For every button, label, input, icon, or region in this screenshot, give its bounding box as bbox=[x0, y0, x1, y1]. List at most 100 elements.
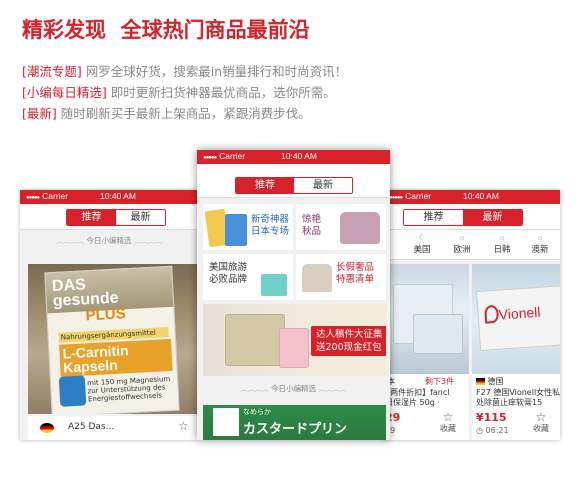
product-box bbox=[213, 408, 239, 436]
description-line-3: [最新] 随时刷新买手最新上架商品，紧跟消费步伐。 bbox=[22, 103, 311, 122]
tab-latest[interactable]: 最新 bbox=[116, 210, 165, 225]
product-image[interactable]: DAS gesunde PLUS Nahrungsergänzungsmitte… bbox=[28, 264, 198, 414]
product-title: A25 Das... bbox=[68, 422, 115, 432]
topic-tile-autumn[interactable]: 惊艳 秋品 bbox=[296, 204, 386, 250]
product-card[interactable]: 本 剩下3件 S两件折扣】fancl 日保湿片 50g · 29 19 ☆ 收藏 bbox=[383, 264, 469, 440]
tile-line1: 新奇神器 bbox=[251, 214, 290, 225]
description-text: 网罗全球好货，搜索最in销量排行和时尚资讯！ bbox=[85, 64, 348, 79]
segmented-tabs: 推荐 最新 bbox=[235, 177, 353, 194]
sun-icon: ☼ bbox=[498, 233, 506, 242]
tile-line2: 秋品 bbox=[302, 226, 322, 237]
description-text: 即时更新扫货神器最优商品，选你所需。 bbox=[110, 85, 336, 100]
favorite-button[interactable]: ☆ 收藏 bbox=[528, 410, 554, 434]
product-box: DAS gesunde PLUS Nahrungsergänzungsmitte… bbox=[44, 265, 180, 414]
vionell-logo-icon bbox=[484, 304, 500, 324]
tile-line2: 日本专场 bbox=[251, 226, 290, 237]
moon-icon: ☾ bbox=[418, 233, 426, 242]
tab-recommend[interactable]: 推荐 bbox=[404, 210, 463, 225]
tile-caption: 惊艳 秋品 bbox=[302, 214, 321, 238]
status-bar: ●●●●● Carrier 10:40 AM bbox=[20, 190, 198, 204]
description-tag: [最新] bbox=[22, 106, 57, 121]
favorite-button[interactable]: ☆ 收藏 bbox=[435, 410, 461, 434]
topic-tile-luxury[interactable]: 长假奢品 特惠清单 bbox=[296, 254, 386, 300]
tile-line2: 必败品牌 bbox=[209, 274, 248, 285]
tile-caption: 新奇神器 日本专场 bbox=[251, 214, 289, 238]
germany-flag-icon bbox=[40, 423, 54, 433]
runner-image bbox=[58, 375, 87, 407]
phone-left-screen: ●●●●● Carrier 10:40 AM 推荐 最新 ︵︵︵︵ 今日小编精选 … bbox=[20, 190, 198, 440]
sun-icon: ☼ bbox=[536, 233, 544, 242]
star-icon: ☆ bbox=[535, 410, 547, 424]
tile-line1: 长假奢品 bbox=[336, 262, 375, 273]
product-box: Vionell bbox=[476, 284, 560, 352]
product-name: L-Carnitin Kapseln bbox=[59, 338, 173, 377]
tab-latest[interactable]: 最新 bbox=[463, 210, 522, 225]
tab-latest[interactable]: 最新 bbox=[294, 178, 352, 193]
wave-ornament-icon: ︵︵︵︵ bbox=[318, 385, 347, 393]
topic-tile-usa-travel[interactable]: 美国旅游 必败品牌 bbox=[203, 254, 293, 300]
product-image: Vionell bbox=[472, 264, 560, 374]
description-tag: [潮流专题] bbox=[22, 64, 82, 79]
product-image[interactable]: なめらか カスタードプリン bbox=[203, 405, 386, 440]
favorite-label: 收藏 bbox=[533, 424, 549, 433]
wave-ornament-icon: ︵︵︵︵ bbox=[133, 237, 162, 245]
product-brand: Vionell bbox=[498, 303, 541, 323]
carrier-label: Carrier bbox=[219, 151, 246, 161]
phone-center-screen: ●●●●● Carrier 10:40 AM 推荐 最新 新奇神器 日本专场 惊艳… bbox=[197, 150, 390, 440]
product-title-line2: 处除菌止痒软膏15 bbox=[476, 398, 543, 407]
region-japan-korea[interactable]: ☼ 日韩 bbox=[487, 233, 517, 255]
star-icon: ☆ bbox=[442, 410, 454, 424]
carrier-label: Carrier bbox=[405, 191, 432, 201]
carrier-label: Carrier bbox=[42, 191, 69, 201]
topic-tile-japan[interactable]: 新奇神器 日本专场 bbox=[203, 204, 293, 250]
tile-line1: 惊艳 bbox=[302, 214, 322, 225]
product-thumb bbox=[225, 214, 247, 246]
region-aus-nz[interactable]: ☼ 澳新 bbox=[525, 233, 555, 255]
description-line-2: [小编每日精选] 即时更新扫货神器最优商品，选你所需。 bbox=[22, 82, 336, 101]
wave-ornament-icon: ︵︵︵︵ bbox=[240, 385, 269, 393]
status-time: 10:40 AM bbox=[100, 191, 136, 201]
page-headline: 精彩发现 全球热门商品最前沿 bbox=[22, 14, 310, 44]
region-europe[interactable]: ☼ 欧洲 bbox=[447, 233, 477, 255]
star-icon[interactable]: ☆ bbox=[178, 419, 189, 433]
description-tag: [小编每日精选] bbox=[22, 85, 107, 100]
tile-caption: 长假奢品 特惠清单 bbox=[336, 262, 374, 286]
handbag-thumb bbox=[302, 264, 332, 292]
tab-recommend[interactable]: 推荐 bbox=[236, 178, 294, 193]
product-card[interactable]: Vionell 德国 F27 德国Vionell女性私 处除菌止痒软膏15 ¥1… bbox=[472, 264, 560, 440]
signal-icon: ●●●●● bbox=[26, 195, 40, 201]
product-small-text: mit 150 mg Magnesium zur Unterstützung d… bbox=[87, 375, 178, 403]
section-divider: ︵︵︵︵ 今日小编精选 ︵︵︵︵ bbox=[20, 234, 198, 248]
tile-line2: 特惠清单 bbox=[336, 274, 375, 285]
banner-caption: 达人稿件大征集 送200现金红包 bbox=[311, 326, 386, 356]
bag-image bbox=[225, 314, 285, 366]
bag-image bbox=[279, 328, 309, 368]
handbag-thumb bbox=[340, 212, 380, 244]
headline-part1: 精彩发现 bbox=[22, 18, 106, 42]
status-bar: ●●●●● Carrier 10:40 AM bbox=[383, 190, 560, 204]
brand-plus: PLUS bbox=[85, 305, 127, 325]
region-label: 澳新 bbox=[531, 244, 549, 254]
segmented-tabs: 推荐 最新 bbox=[403, 209, 523, 226]
tile-caption: 美国旅游 必败品牌 bbox=[209, 262, 247, 286]
product-origin: 德国 bbox=[476, 376, 504, 387]
product-name-line2: Kapseln bbox=[62, 356, 119, 376]
product-title: カスタードプリン bbox=[243, 422, 348, 437]
product-time: ◷ 06:21 bbox=[476, 426, 509, 435]
phone-right-screen: ●●●●● Carrier 10:40 AM 推荐 最新 ☾ 美国 ☼ 欧洲 ☼ 日韩 … bbox=[383, 190, 560, 440]
banner-line1: 达人稿件大征集 bbox=[316, 329, 383, 340]
product-info-bar[interactable]: A25 Das... ☆ bbox=[28, 416, 198, 440]
wave-ornament-icon: ︵︵︵︵ bbox=[56, 237, 85, 245]
region-usa[interactable]: ☾ 美国 bbox=[407, 233, 437, 255]
product-box bbox=[413, 314, 463, 354]
banner-line2: 送200现金红包 bbox=[316, 342, 382, 353]
product-title: F27 德国Vionell女性私 处除菌止痒软膏15 bbox=[476, 388, 560, 408]
region-label: 日韩 bbox=[493, 244, 511, 254]
section-label: 今日小编精选 bbox=[271, 384, 316, 393]
origin-label: 德国 bbox=[487, 377, 504, 386]
status-time: 10:40 AM bbox=[463, 191, 499, 201]
promo-banner[interactable]: 达人稿件大征集 送200现金红包 bbox=[203, 304, 386, 376]
description-text: 随时刷新买手最新上架商品，紧跟消费步伐。 bbox=[60, 106, 311, 121]
tab-recommend[interactable]: 推荐 bbox=[67, 210, 116, 225]
product-title-line1: S两件折扣】fancl bbox=[385, 388, 450, 397]
